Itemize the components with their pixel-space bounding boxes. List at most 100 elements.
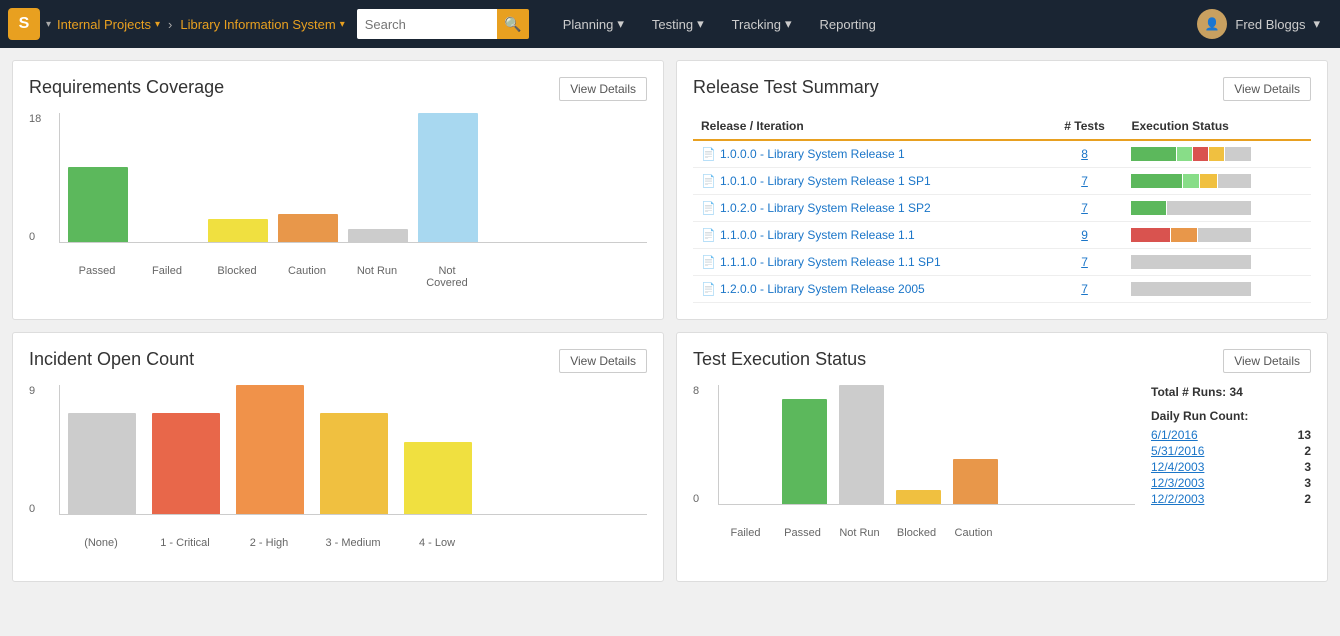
release-link[interactable]: 1.1.1.0 - Library System Release 1.1 SP1 (720, 255, 941, 269)
release-link[interactable]: 1.0.1.0 - Library System Release 1 SP1 (720, 174, 931, 188)
tests-count-cell: 7 (1046, 168, 1124, 195)
daily-run-row[interactable]: 12/4/20033 (1151, 459, 1311, 475)
bar-label: Caution (277, 265, 337, 289)
y-min-label: 0 (29, 503, 35, 515)
tests-count-cell: 7 (1046, 249, 1124, 276)
daily-run-row[interactable]: 12/2/20032 (1151, 491, 1311, 507)
nav-tracking[interactable]: Tracking ▾ (718, 0, 806, 48)
table-row: 📄1.0.0.0 - Library System Release 1 8 (693, 140, 1311, 168)
release-view-details-button[interactable]: View Details (1223, 77, 1311, 101)
bar-labels: PassedFailedBlockedCautionNot RunNot Cov… (29, 265, 647, 289)
execution-status-cell (1123, 195, 1311, 222)
table-row: 📄1.0.1.0 - Library System Release 1 SP17 (693, 168, 1311, 195)
search-input[interactable] (357, 9, 497, 39)
bar-chart-inner (59, 385, 647, 515)
execution-status-cell (1123, 168, 1311, 195)
status-segment (1200, 174, 1216, 188)
avatar: 👤 (1197, 9, 1227, 39)
requirements-view-details-button[interactable]: View Details (559, 77, 647, 101)
user-menu[interactable]: 👤 Fred Bloggs ▾ (1185, 9, 1332, 39)
breadcrumb-library[interactable]: Library Information System ▾ (180, 17, 344, 32)
daily-run-date[interactable]: 12/4/2003 (1151, 460, 1204, 474)
planning-chevron: ▾ (617, 16, 624, 32)
nav-planning[interactable]: Planning ▾ (549, 0, 638, 48)
release-table-body: 📄1.0.0.0 - Library System Release 1 8📄1.0… (693, 140, 1311, 303)
bar-label: Not Run (837, 527, 882, 539)
planning-label: Planning (563, 17, 614, 32)
breadcrumb-internal-projects[interactable]: Internal Projects ▾ (57, 17, 160, 32)
bar-label: 4 - Low (403, 537, 471, 549)
y-min-label: 0 (29, 231, 35, 243)
status-segment (1198, 228, 1251, 242)
release-link[interactable]: 1.0.0.0 - Library System Release 1 (720, 147, 905, 161)
table-header-row: Release / Iteration # Tests Execution St… (693, 113, 1311, 140)
status-segment (1193, 147, 1208, 161)
nav-links: Planning ▾ Testing ▾ Tracking ▾ Reportin… (549, 0, 890, 48)
nav-testing[interactable]: Testing ▾ (638, 0, 718, 48)
test-exec-view-details-button[interactable]: View Details (1223, 349, 1311, 373)
status-bar (1131, 228, 1251, 242)
breadcrumb-label: Library Information System (180, 17, 335, 32)
daily-run-title: Daily Run Count: (1151, 409, 1311, 423)
daily-run-date[interactable]: 12/2/2003 (1151, 492, 1204, 506)
daily-run-row[interactable]: 5/31/2016 2 (1151, 443, 1311, 459)
daily-run-row[interactable]: 12/3/2003 3 (1151, 475, 1311, 491)
incident-view-details-button[interactable]: View Details (559, 349, 647, 373)
status-bar (1131, 147, 1251, 161)
daily-run-date[interactable]: 12/3/2003 (1151, 476, 1204, 490)
status-bar (1131, 282, 1251, 296)
bar (68, 413, 136, 514)
status-segment (1218, 174, 1252, 188)
release-link[interactable]: 1.2.0.0 - Library System Release 2005 (720, 282, 925, 296)
tests-count-cell: 7 (1046, 195, 1124, 222)
search-button[interactable]: 🔍 (497, 9, 529, 39)
panel-header: Release Test Summary View Details (693, 77, 1311, 101)
main-content: Requirements Coverage View Details 18 0 … (0, 48, 1340, 594)
tracking-label: Tracking (732, 17, 781, 32)
navbar: S ▾ Internal Projects ▾ › Library Inform… (0, 0, 1340, 48)
total-runs-label: Total # Runs: (1151, 385, 1226, 399)
release-name-cell: 📄1.1.1.0 - Library System Release 1.1 SP… (693, 249, 1046, 276)
bar-chart-inner (718, 385, 1135, 505)
reporting-label: Reporting (820, 17, 876, 32)
status-segment (1183, 174, 1199, 188)
daily-run-count: 2 (1304, 444, 1311, 458)
daily-run-count: 3 (1304, 476, 1311, 490)
nav-reporting[interactable]: Reporting (806, 0, 890, 48)
release-link[interactable]: 1.1.0.0 - Library System Release 1.1 (720, 228, 915, 242)
bar (896, 490, 941, 504)
tests-count-cell: 8 (1046, 140, 1124, 168)
status-segment (1177, 147, 1192, 161)
daily-run-date[interactable]: 5/31/2016 (1151, 444, 1204, 458)
bar (68, 167, 128, 242)
status-segment (1225, 147, 1252, 161)
status-segment (1167, 201, 1251, 215)
incident-open-count-panel: Incident Open Count View Details 9 0 (No… (12, 332, 664, 582)
tests-count[interactable]: 7 (1081, 255, 1088, 269)
release-link[interactable]: 1.0.2.0 - Library System Release 1 SP2 (720, 201, 931, 215)
status-segment (1131, 147, 1175, 161)
bar-label: Failed (723, 527, 768, 539)
panel-title: Requirements Coverage (29, 77, 224, 98)
breadcrumb-chevron: ▾ (340, 19, 345, 30)
search-container: 🔍 (357, 9, 529, 39)
tests-count[interactable]: 7 (1081, 282, 1088, 296)
y-max-label: 18 (29, 113, 41, 125)
release-test-summary-panel: Release Test Summary View Details Releas… (676, 60, 1328, 320)
status-bar (1131, 174, 1251, 188)
logo[interactable]: S (8, 8, 40, 40)
tests-count[interactable]: 8 (1081, 147, 1088, 161)
daily-run-row[interactable]: 6/1/201613 (1151, 427, 1311, 443)
total-runs: Total # Runs: 34 (1151, 385, 1311, 399)
y-min-label: 0 (693, 493, 699, 505)
bar (152, 413, 220, 514)
daily-run-date[interactable]: 6/1/2016 (1151, 428, 1198, 442)
bar-label: Not Covered (417, 265, 477, 289)
release-name-cell: 📄1.0.0.0 - Library System Release 1 (693, 140, 1046, 168)
tests-count[interactable]: 7 (1081, 201, 1088, 215)
release-table: Release / Iteration # Tests Execution St… (693, 113, 1311, 303)
tests-count[interactable]: 9 (1081, 228, 1088, 242)
release-name-cell: 📄1.1.0.0 - Library System Release 1.1 (693, 222, 1046, 249)
tests-count[interactable]: 7 (1081, 174, 1088, 188)
user-name: Fred Bloggs (1235, 17, 1305, 32)
